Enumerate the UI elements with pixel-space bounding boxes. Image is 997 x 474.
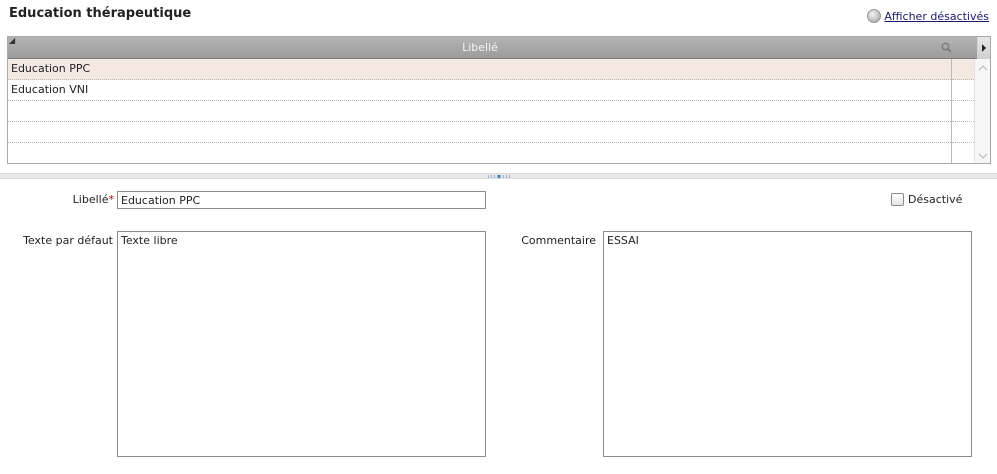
texte-par-defaut-textarea[interactable]: Texte libre <box>117 231 486 457</box>
libelle-input[interactable]: Education PPC <box>117 191 486 209</box>
commentaire-label: Commentaire <box>521 234 596 247</box>
column-menu-button[interactable] <box>978 37 990 59</box>
grid-body: Education PPC Education VNI <box>8 59 951 163</box>
gutter-cell <box>952 143 974 163</box>
table-row[interactable]: Education PPC <box>8 59 951 80</box>
grid-header: ◢ Libellé <box>8 37 990 59</box>
panel-splitter[interactable] <box>0 173 997 179</box>
column-menu-arrow-icon <box>982 44 986 52</box>
gutter-cell <box>952 80 974 101</box>
texte-par-defaut-label: Texte par défaut <box>23 234 113 247</box>
gutter-cell <box>952 101 974 122</box>
gutter-cell <box>952 122 974 143</box>
grid-scrollbar[interactable] <box>974 59 990 163</box>
column-header-libelle[interactable]: Libellé <box>8 41 952 54</box>
grid-gutter-column <box>951 59 974 163</box>
search-icon[interactable] <box>938 39 956 57</box>
show-disabled-link[interactable]: Afficher désactivés <box>884 10 989 23</box>
table-row[interactable] <box>8 122 951 143</box>
scroll-down-icon[interactable] <box>978 151 988 161</box>
libelle-label: Libellé* <box>40 193 114 206</box>
required-mark: * <box>108 193 115 206</box>
radio-icon[interactable] <box>867 9 882 23</box>
table-row[interactable] <box>8 101 951 122</box>
commentaire-textarea[interactable]: ESSAI <box>603 231 972 457</box>
libelle-label-text: Libellé <box>72 193 109 206</box>
splitter-grip[interactable] <box>488 175 512 178</box>
show-disabled-toggle[interactable]: Afficher désactivés <box>867 9 989 23</box>
disabled-label: Désactivé <box>908 193 963 206</box>
gutter-cell <box>952 59 974 80</box>
page-title: Education thérapeutique <box>9 6 192 21</box>
table-row[interactable] <box>8 143 951 163</box>
disabled-checkbox[interactable] <box>891 193 904 206</box>
splitter-grip-center <box>498 175 500 178</box>
table-row[interactable]: Education VNI <box>8 80 951 101</box>
items-grid: ◢ Libellé Education PPC Education VNI <box>7 36 991 164</box>
scroll-up-icon[interactable] <box>978 63 988 73</box>
